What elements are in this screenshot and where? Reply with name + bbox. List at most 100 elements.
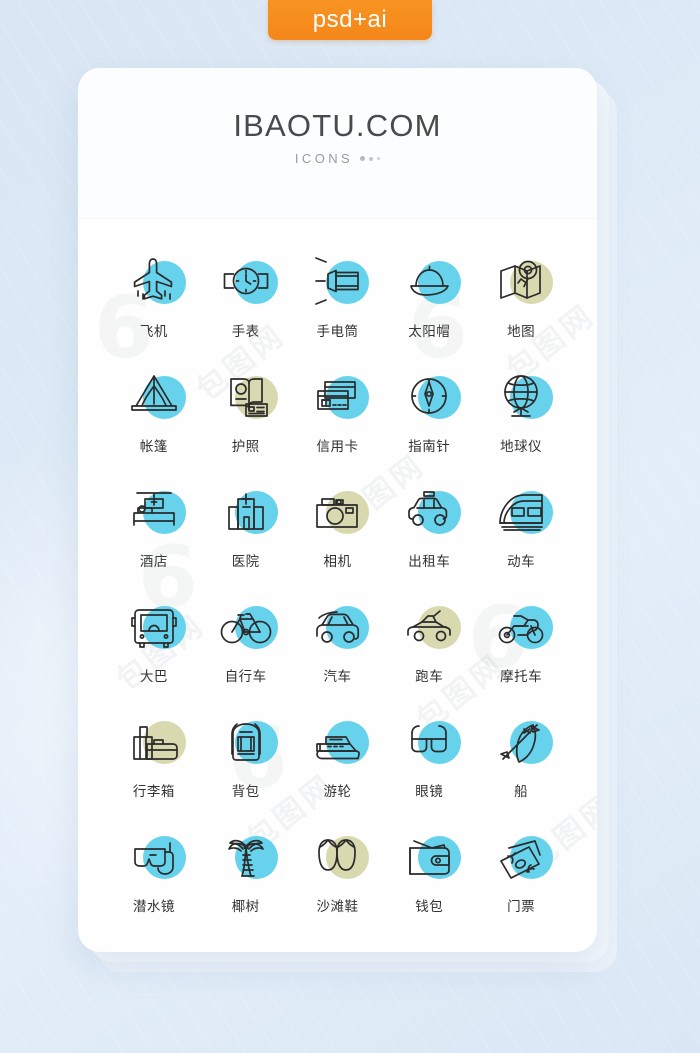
icon-cell-bullet-train[interactable]: 动车 <box>475 483 567 576</box>
motorcycle-glyph <box>490 598 552 656</box>
icon-cell-passport[interactable]: 护照 <box>200 368 292 461</box>
ticket-icon <box>490 828 554 886</box>
glasses-glyph <box>398 713 460 771</box>
icon-label: 汽车 <box>323 669 352 684</box>
map-glyph <box>490 253 552 311</box>
taxi-icon <box>398 483 462 541</box>
globe-icon <box>490 368 554 426</box>
passport-glyph <box>215 368 277 426</box>
airplane-icon <box>123 253 186 311</box>
icon-cell-diving-mask[interactable]: 潜水镜 <box>108 828 200 921</box>
hotel-icon <box>123 483 186 541</box>
icon-label: 出租车 <box>408 554 451 569</box>
icon-cell-kayak[interactable]: 船 <box>475 713 567 806</box>
bicycle-icon <box>215 598 278 656</box>
icon-label: 相机 <box>323 554 352 569</box>
icon-label: 护照 <box>231 439 260 454</box>
diving-mask-icon <box>123 828 186 886</box>
icon-cell-suitcase[interactable]: 行李箱 <box>108 713 200 806</box>
icon-label: 地球仪 <box>500 439 543 454</box>
cruise-ship-glyph <box>306 713 368 771</box>
icon-cell-bus[interactable]: 大巴 <box>108 598 200 691</box>
icon-cell-globe[interactable]: 地球仪 <box>475 368 567 461</box>
icon-cell-tent[interactable]: 帐篷 <box>108 368 200 461</box>
icon-label: 门票 <box>507 899 536 914</box>
icon-label: 钱包 <box>415 899 444 914</box>
icon-cell-car[interactable]: 汽车 <box>292 598 384 691</box>
wallet-icon <box>398 828 462 886</box>
icon-cell-watch[interactable]: 手表 <box>200 253 292 346</box>
psd-ai-tag-label: psd+ai <box>312 6 388 33</box>
icon-label: 眼镜 <box>415 784 444 799</box>
map-icon <box>490 253 554 311</box>
car-glyph <box>306 598 368 656</box>
credit-card-glyph <box>306 368 368 426</box>
icon-cell-hotel[interactable]: 酒店 <box>108 483 200 576</box>
sun-hat-icon <box>398 253 462 311</box>
icon-cell-backpack[interactable]: 背包 <box>200 713 292 806</box>
icon-label: 帐篷 <box>139 439 168 454</box>
icon-label: 酒店 <box>139 554 168 569</box>
icon-label: 潜水镜 <box>132 899 175 914</box>
camera-glyph <box>306 483 368 541</box>
icon-cell-glasses[interactable]: 眼镜 <box>383 713 475 806</box>
icon-label: 手表 <box>231 324 260 339</box>
icon-cell-wallet[interactable]: 钱包 <box>383 828 475 921</box>
icon-label: 动车 <box>507 554 536 569</box>
flashlight-icon <box>306 253 370 311</box>
icon-cell-sports-car[interactable]: 跑车 <box>383 598 475 691</box>
glasses-icon <box>398 713 462 771</box>
icon-cell-cruise-ship[interactable]: 游轮 <box>292 713 384 806</box>
car-icon <box>306 598 370 656</box>
icon-label: 信用卡 <box>316 439 359 454</box>
watch-glyph <box>215 253 277 311</box>
bullet-train-glyph <box>490 483 552 541</box>
tent-glyph <box>123 368 185 426</box>
icon-grid: 飞机 手表 手电筒 太阳帽 地图帐篷 护照 信用卡 指南针 地球仪酒店 医院 相机 出租车 动车大巴 自行… <box>78 219 597 921</box>
icon-cell-ticket[interactable]: 门票 <box>475 828 567 921</box>
icon-label: 沙滩鞋 <box>316 899 359 914</box>
camera-icon <box>306 483 370 541</box>
bus-glyph <box>123 598 185 656</box>
icon-cell-camera[interactable]: 相机 <box>292 483 384 576</box>
diving-mask-glyph <box>123 828 185 886</box>
icon-label: 摩托车 <box>500 669 543 684</box>
flip-flops-icon <box>306 828 370 886</box>
icon-cell-palm-tree[interactable]: 椰树 <box>200 828 292 921</box>
sun-hat-glyph <box>398 253 460 311</box>
icon-label: 指南针 <box>408 439 451 454</box>
ticket-glyph <box>490 828 552 886</box>
backpack-glyph <box>215 713 277 771</box>
compass-glyph <box>398 368 460 426</box>
page-title: IBAOTU.COM <box>233 108 442 143</box>
cruise-ship-icon <box>306 713 370 771</box>
icon-cell-flashlight[interactable]: 手电筒 <box>292 253 384 346</box>
palm-tree-glyph <box>215 828 277 886</box>
icon-cell-flip-flops[interactable]: 沙滩鞋 <box>292 828 384 921</box>
icon-cell-motorcycle[interactable]: 摩托车 <box>475 598 567 691</box>
flashlight-glyph <box>306 253 368 311</box>
icon-cell-map[interactable]: 地图 <box>475 253 567 346</box>
bullet-train-icon <box>490 483 554 541</box>
hospital-icon <box>215 483 278 541</box>
taxi-glyph <box>398 483 460 541</box>
icon-cell-bicycle[interactable]: 自行车 <box>200 598 292 691</box>
icon-cell-compass[interactable]: 指南针 <box>383 368 475 461</box>
wallet-glyph <box>398 828 460 886</box>
icon-cell-sun-hat[interactable]: 太阳帽 <box>383 253 475 346</box>
icon-cell-credit-card[interactable]: 信用卡 <box>292 368 384 461</box>
icon-label: 太阳帽 <box>408 324 451 339</box>
icon-label: 飞机 <box>139 324 168 339</box>
suitcase-glyph <box>123 713 185 771</box>
icon-label: 椰树 <box>231 899 260 914</box>
icon-cell-hospital[interactable]: 医院 <box>200 483 292 576</box>
kayak-glyph <box>490 713 552 771</box>
icon-label: 手电筒 <box>316 324 359 339</box>
icon-cell-airplane[interactable]: 飞机 <box>108 253 200 346</box>
icon-label: 船 <box>514 784 529 799</box>
dots-icon <box>360 156 381 161</box>
icon-label: 行李箱 <box>132 784 175 799</box>
flip-flops-glyph <box>306 828 368 886</box>
icon-cell-taxi[interactable]: 出租车 <box>383 483 475 576</box>
card-header: IBAOTU.COM ICONS <box>78 68 597 219</box>
